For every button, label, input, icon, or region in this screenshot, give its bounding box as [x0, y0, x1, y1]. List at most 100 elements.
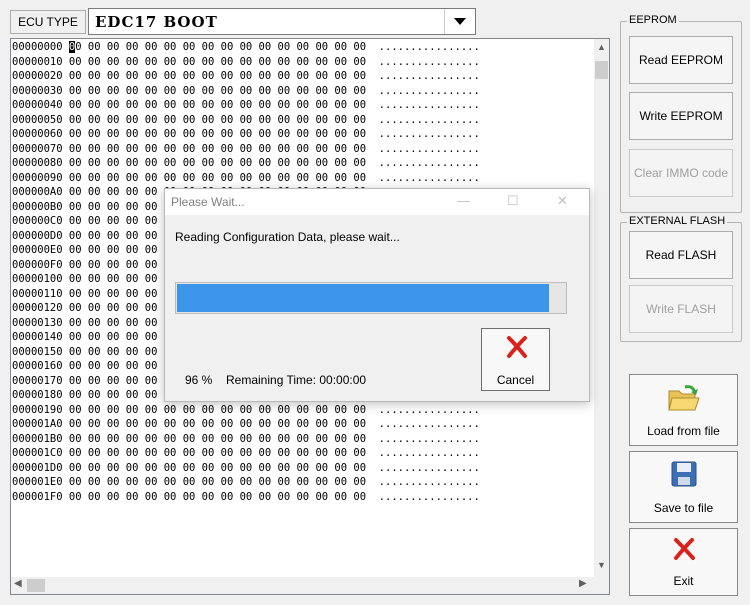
- hex-row: 00000070 00 00 00 00 00 00 00 00 00 00 0…: [12, 142, 592, 157]
- hex-row: 000001C0 00 00 00 00 00 00 00 00 00 00 0…: [12, 446, 592, 461]
- hex-row: 00000090 00 00 00 00 00 00 00 00 00 00 0…: [12, 171, 592, 186]
- cancel-x-icon: [507, 336, 527, 358]
- hex-ascii: ................: [366, 432, 480, 445]
- hex-row: 000001B0 00 00 00 00 00 00 00 00 00 00 0…: [12, 432, 592, 447]
- hex-ascii: ................: [366, 128, 480, 140]
- hex-address: 00000060: [12, 128, 69, 140]
- hex-ascii: ................: [366, 476, 480, 488]
- exit-button[interactable]: Exit: [629, 528, 738, 596]
- eeprom-group: EEPROM Read EEPROM Write EEPROM Clear IM…: [620, 14, 742, 213]
- cancel-button[interactable]: Cancel: [481, 328, 550, 391]
- hex-address: 00000030: [12, 84, 69, 97]
- scroll-up-icon[interactable]: ▲: [597, 42, 606, 52]
- hex-bytes[interactable]: 00 00 00 00 00 00 00 00 00 00 00 00 00 0…: [69, 433, 366, 445]
- save-to-file-button[interactable]: Save to file: [629, 451, 738, 523]
- hex-row: 00000030 00 00 00 00 00 00 00 00 00 00 0…: [12, 84, 592, 99]
- hex-address: 000001C0: [12, 447, 69, 459]
- hex-address: 00000130: [12, 316, 69, 329]
- hex-address: 000000E0: [12, 244, 69, 256]
- hex-bytes[interactable]: 00 00 00 00 00 00 00 00 00 00 00 00 00 0…: [69, 85, 366, 97]
- hex-ascii: ................: [366, 55, 480, 68]
- exit-x-icon: [673, 538, 695, 560]
- external-flash-legend: EXTERNAL FLASH: [627, 215, 728, 227]
- hex-address: 00000160: [12, 360, 69, 372]
- hex-bytes[interactable]: 00 00 00 00 00 00 00 00 00 00 00 00 00 0…: [69, 70, 366, 82]
- ecu-type-label: ECU TYPE: [10, 10, 86, 34]
- hex-address: 000000D0: [12, 229, 69, 242]
- load-from-file-label: Load from file: [647, 424, 720, 438]
- scroll-down-icon[interactable]: ▼: [597, 560, 606, 570]
- hex-row: 00000010 00 00 00 00 00 00 00 00 00 00 0…: [12, 55, 592, 70]
- hex-bytes[interactable]: 00 00 00 00 00 00 00 00 00 00 00 00 00 0…: [69, 476, 366, 488]
- hex-bytes[interactable]: 00 00 00 00 00 00 00 00 00 00 00 00 00 0…: [69, 128, 366, 140]
- dialog-message: Reading Configuration Data, please wait.…: [175, 230, 400, 244]
- hex-row: 000001F0 00 00 00 00 00 00 00 00 00 00 0…: [12, 490, 592, 505]
- hex-row: 000001D0 00 00 00 00 00 00 00 00 00 00 0…: [12, 461, 592, 476]
- ecu-type-select[interactable]: EDC17 BOOT: [88, 8, 476, 35]
- scroll-right-icon[interactable]: ▶: [579, 578, 587, 589]
- hex-address: 000000B0: [12, 200, 69, 213]
- hex-address: 00000000: [12, 41, 69, 53]
- hex-address: 00000150: [12, 345, 69, 358]
- clear-immo-button[interactable]: Clear IMMO code: [629, 149, 733, 197]
- exit-label: Exit: [673, 574, 694, 588]
- hex-bytes[interactable]: 00 00 00 00 00 00 00 00 00 00 00 00 00 0…: [69, 99, 366, 111]
- hex-ascii: ................: [366, 461, 480, 474]
- horizontal-scroll-thumb[interactable]: [27, 579, 45, 592]
- hex-bytes[interactable]: 00 00 00 00 00 00 00 00 00 00 00 00 00 0…: [69, 418, 366, 430]
- hex-row: 00000060 00 00 00 00 00 00 00 00 00 00 0…: [12, 127, 592, 142]
- dialog-titlebar[interactable]: Please Wait... — ☐ ✕: [165, 189, 589, 215]
- hex-ascii: ................: [366, 418, 480, 430]
- hex-address: 000001B0: [12, 432, 69, 445]
- hex-address: 00000040: [12, 99, 69, 111]
- horizontal-scrollbar[interactable]: ◀ ▶: [11, 577, 609, 594]
- hex-row: 00000190 00 00 00 00 00 00 00 00 00 00 0…: [12, 403, 592, 418]
- write-flash-button[interactable]: Write FLASH: [629, 285, 733, 333]
- hex-address: 00000090: [12, 171, 69, 184]
- hex-ascii: ................: [366, 41, 480, 53]
- hex-address: 000000A0: [12, 186, 69, 198]
- hex-bytes[interactable]: 00 00 00 00 00 00 00 00 00 00 00 00 00 0…: [69, 157, 366, 169]
- vertical-scrollbar[interactable]: ▲ ▼: [594, 39, 609, 577]
- hex-bytes[interactable]: 00 00 00 00 00 00 00 00 00 00 00 00 00 0…: [69, 56, 366, 68]
- hex-bytes[interactable]: 00 00 00 00 00 00 00 00 00 00 00 00 00 0…: [68, 41, 366, 53]
- hex-bytes[interactable]: 00 00 00 00 00 00 00 00 00 00 00 00 00 0…: [69, 404, 366, 416]
- load-from-file-button[interactable]: Load from file: [629, 374, 738, 446]
- hex-address: 000000C0: [12, 215, 69, 227]
- open-folder-icon: [667, 385, 700, 411]
- hex-bytes[interactable]: 00 00 00 00 00 00 00 00 00 00 00 00 00 0…: [69, 447, 366, 459]
- hex-ascii: ................: [366, 84, 480, 97]
- hex-row: 00000050 00 00 00 00 00 00 00 00 00 00 0…: [12, 113, 592, 128]
- hex-address: 000001D0: [12, 461, 69, 474]
- hex-bytes[interactable]: 00 00 00 00 00 00 00 00 00 00 00 00 00 0…: [69, 143, 366, 155]
- close-icon[interactable]: ✕: [557, 193, 568, 209]
- dropdown-arrow-icon[interactable]: [444, 9, 475, 34]
- hex-cursor: 0: [68, 41, 76, 53]
- hex-address: 000001E0: [12, 476, 69, 488]
- hex-row: 000001E0 00 00 00 00 00 00 00 00 00 00 0…: [12, 475, 592, 490]
- hex-bytes[interactable]: 00 00 00 00 00 00 00 00 00 00 00 00 00 0…: [69, 172, 366, 184]
- hex-bytes[interactable]: 00 00 00 00 00 00 00 00 00 00 00 00 00 0…: [69, 462, 366, 474]
- write-eeprom-button[interactable]: Write EEPROM: [629, 92, 733, 140]
- hex-address: 000000F0: [12, 258, 69, 271]
- hex-row: 00000040 00 00 00 00 00 00 00 00 00 00 0…: [12, 98, 592, 113]
- hex-address: 000001F0: [12, 490, 69, 503]
- ecu-type-value: EDC17 BOOT: [95, 13, 218, 31]
- dialog-title: Please Wait...: [171, 195, 245, 209]
- minimize-icon[interactable]: —: [457, 193, 470, 208]
- maximize-icon[interactable]: ☐: [507, 193, 519, 209]
- hex-address: 00000140: [12, 331, 69, 343]
- vertical-scroll-thumb[interactable]: [595, 61, 608, 79]
- hex-ascii: ................: [366, 142, 480, 155]
- hex-bytes[interactable]: 00 00 00 00 00 00 00 00 00 00 00 00 00 0…: [69, 491, 366, 503]
- hex-bytes[interactable]: 00 00 00 00 00 00 00 00 00 00 00 00 00 0…: [69, 114, 366, 126]
- progress-bar: [175, 282, 567, 314]
- hex-address: 00000010: [12, 55, 69, 68]
- read-flash-button[interactable]: Read FLASH: [629, 231, 733, 279]
- read-eeprom-button[interactable]: Read EEPROM: [629, 36, 733, 84]
- hex-ascii: ................: [366, 113, 480, 126]
- hex-row: 00000080 00 00 00 00 00 00 00 00 00 00 0…: [12, 156, 592, 171]
- eeprom-legend: EEPROM: [627, 14, 679, 26]
- scroll-left-icon[interactable]: ◀: [14, 578, 22, 589]
- floppy-disk-icon: [671, 461, 696, 487]
